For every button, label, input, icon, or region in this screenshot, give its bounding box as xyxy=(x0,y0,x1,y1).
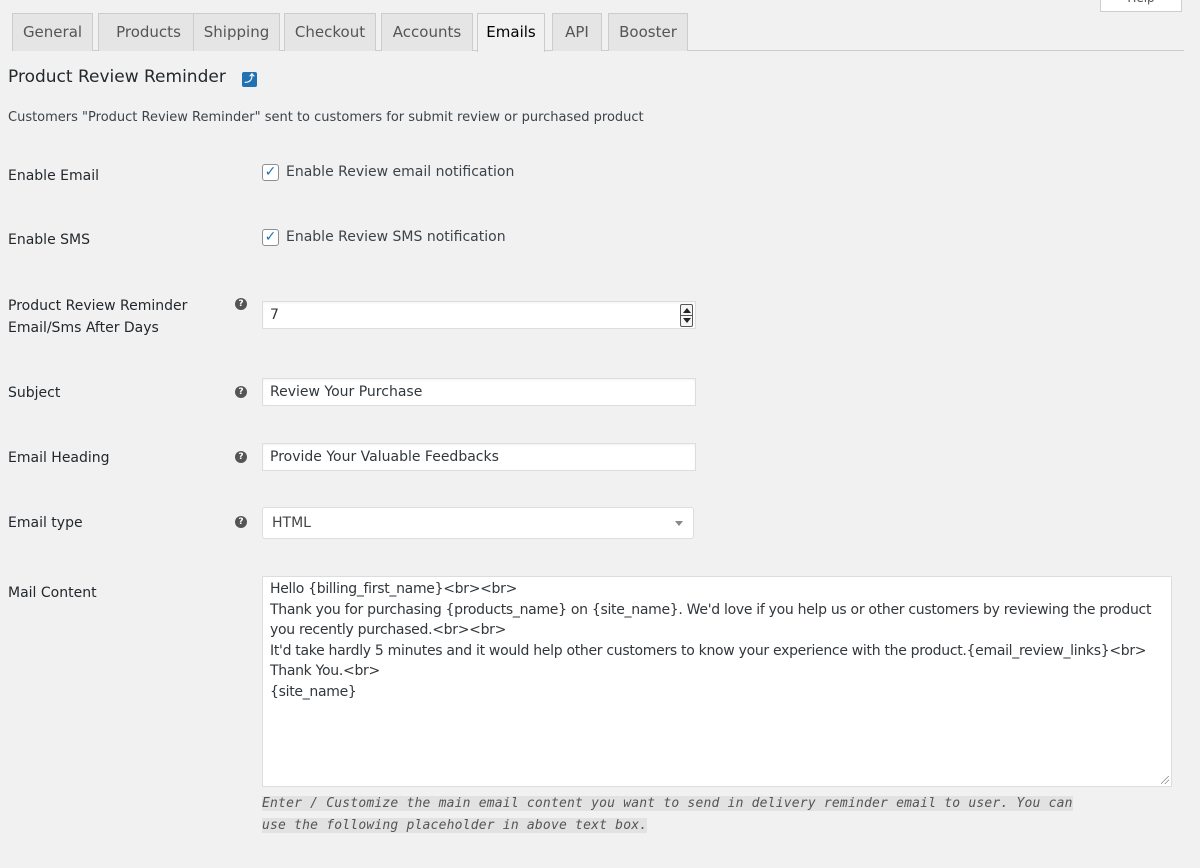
enable-sms-label: Enable SMS xyxy=(8,232,90,248)
mail-content-line: Thank you for purchasing {products_name}… xyxy=(270,601,1152,618)
tab-accounts[interactable]: Accounts xyxy=(381,13,473,51)
help-tip-icon[interactable]: ? xyxy=(235,451,247,463)
email-heading-label: Email Heading xyxy=(8,450,110,466)
note-line2: use the following placeholder in above t… xyxy=(262,818,648,833)
help-tip-icon[interactable]: ? xyxy=(235,516,247,528)
chevron-down-icon xyxy=(675,521,683,526)
tab-shipping[interactable]: Shipping xyxy=(193,13,280,51)
number-spinner-icon[interactable] xyxy=(680,304,693,327)
email-type-select[interactable]: HTML xyxy=(262,507,694,539)
mail-content-line: It'd take hardly 5 minutes and it would … xyxy=(270,642,1147,659)
tab-api[interactable]: API xyxy=(552,13,602,51)
tab-booster[interactable]: Booster xyxy=(608,13,688,51)
help-tip-icon[interactable]: ? xyxy=(235,386,247,398)
mail-content-line: {site_name} xyxy=(270,683,357,700)
enable-email-label: Enable Email xyxy=(8,168,99,184)
return-arrow-icon[interactable]: ⤴ xyxy=(242,72,257,87)
mail-content-line: Thank You.<br> xyxy=(270,663,380,679)
subject-label: Subject xyxy=(8,385,61,401)
note-line1: Enter / Customize the main email content… xyxy=(262,796,1073,811)
subject-input[interactable]: Review Your Purchase xyxy=(262,378,696,406)
email-heading-input[interactable]: Provide Your Valuable Feedbacks xyxy=(262,443,696,471)
section-description: Customers "Product Review Reminder" sent… xyxy=(8,110,644,125)
page-title: Product Review Reminder xyxy=(8,67,226,87)
subject-value: Review Your Purchase xyxy=(270,384,423,400)
mail-content-textarea[interactable]: Hello {billing_first_name}<br><br> Thank… xyxy=(262,576,1172,787)
tab-emails[interactable]: Emails xyxy=(477,13,545,52)
mail-content-label: Mail Content xyxy=(8,585,97,601)
after-days-value: 7 xyxy=(270,307,279,323)
enable-sms-checkbox[interactable]: ✓ xyxy=(262,229,279,246)
email-type-value: HTML xyxy=(272,515,311,531)
after-days-label-line1: Product Review Reminder xyxy=(8,298,188,314)
after-days-label-line2: Email/Sms After Days xyxy=(8,320,159,336)
settings-tabs: General Products Shipping Checkout Accou… xyxy=(12,13,1184,52)
email-type-label: Email type xyxy=(8,515,83,531)
enable-email-checkbox-label[interactable]: Enable Review email notification xyxy=(286,162,514,182)
enable-sms-checkbox-label[interactable]: Enable Review SMS notification xyxy=(286,227,506,247)
tab-products[interactable]: Products xyxy=(98,13,199,51)
tab-general[interactable]: General xyxy=(12,13,93,51)
mail-content-line: Hello {billing_first_name}<br><br> xyxy=(270,581,518,597)
tab-checkout[interactable]: Checkout xyxy=(284,13,376,51)
help-tip-icon[interactable]: ? xyxy=(235,298,247,310)
after-days-input[interactable]: 7 xyxy=(262,301,696,329)
after-days-label: Product Review Reminder Email/Sms After … xyxy=(8,295,187,339)
email-heading-value: Provide Your Valuable Feedbacks xyxy=(270,449,499,465)
resize-handle-icon[interactable] xyxy=(1161,776,1169,784)
help-button[interactable]: Help xyxy=(1100,0,1182,12)
mail-content-line: you recently purchased.<br><br> xyxy=(270,622,507,638)
enable-email-checkbox[interactable]: ✓ xyxy=(262,164,279,181)
mail-content-note: Enter / Customize the main email content… xyxy=(262,793,1152,837)
